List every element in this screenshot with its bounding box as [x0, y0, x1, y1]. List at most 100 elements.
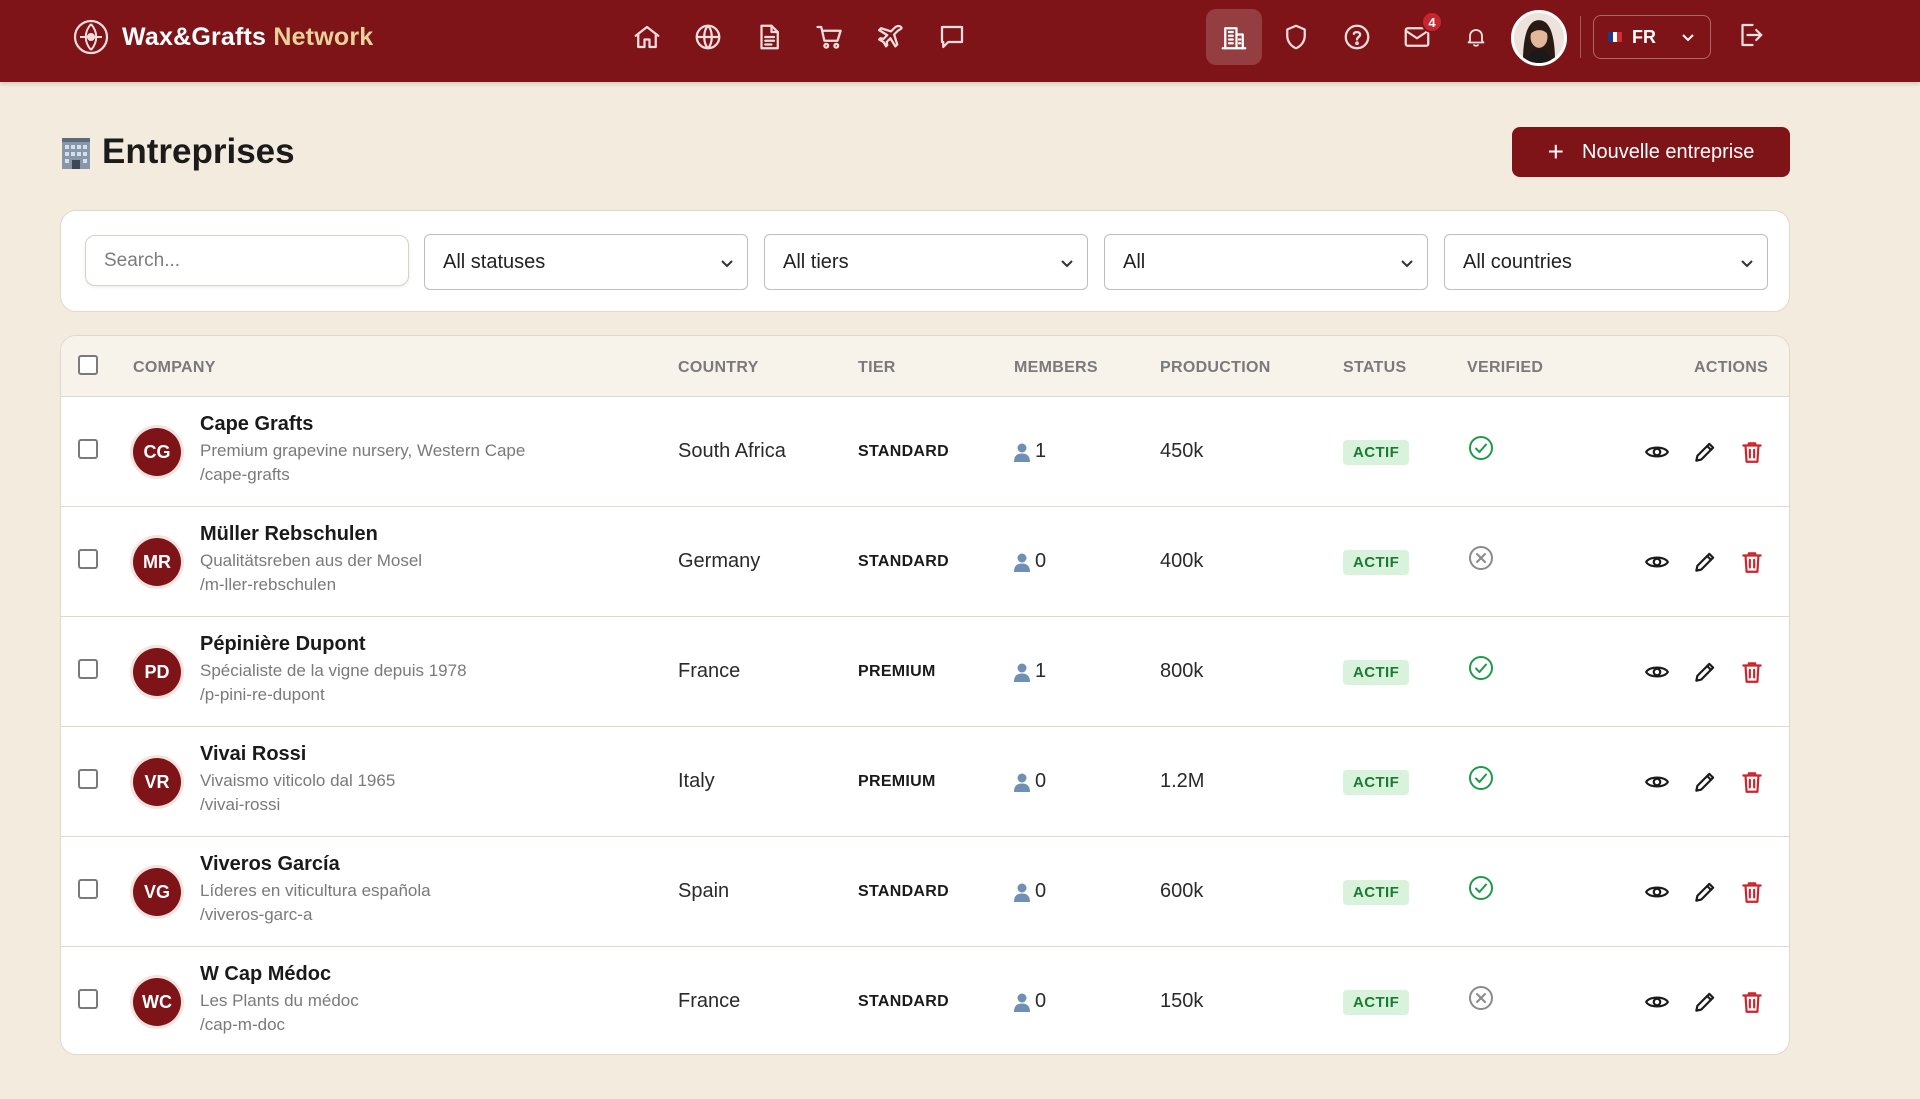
company-production: 450k [1160, 440, 1204, 462]
company-name[interactable]: Vivai Rossi [200, 743, 306, 766]
company-initials-avatar: MR [133, 538, 181, 586]
company-slug: /cap-m-doc [200, 1015, 286, 1034]
person-icon [1014, 663, 1030, 682]
company-country: Spain [678, 880, 730, 902]
company-name[interactable]: Viveros García [200, 853, 340, 876]
company-production: 150k [1160, 990, 1204, 1012]
column-header-company[interactable]: COMPANY [133, 359, 216, 377]
delete-button[interactable] [1737, 877, 1767, 907]
chat-icon[interactable] [935, 20, 969, 54]
delete-button[interactable] [1737, 987, 1767, 1017]
home-icon[interactable] [630, 20, 664, 54]
company-name[interactable]: W Cap Médoc [200, 963, 331, 986]
table-row[interactable]: VR Vivai Rossi Vivaismo viticolo dal 1965 /… [61, 727, 1789, 837]
table-row[interactable]: WC W Cap Médoc Les Plants du médoc/cap-m-d… [61, 947, 1789, 1054]
view-button[interactable] [1642, 767, 1672, 797]
language-select[interactable]: FR [1593, 15, 1711, 59]
view-button[interactable] [1642, 657, 1672, 687]
company-country: France [678, 990, 741, 1012]
view-button[interactable] [1642, 437, 1672, 467]
globe-icon[interactable] [691, 20, 725, 54]
company-name[interactable]: Cape Grafts [200, 413, 313, 436]
mail-icon[interactable]: 4 [1400, 11, 1443, 54]
edit-button[interactable] [1690, 657, 1720, 687]
select-all-checkbox[interactable] [78, 355, 98, 375]
column-header-country[interactable]: COUNTRY [678, 359, 759, 377]
chevron-down-icon [1061, 260, 1073, 268]
column-header-members[interactable]: MEMBERS [1014, 359, 1098, 377]
tier-filter-value: All tiers [783, 250, 849, 273]
view-button[interactable] [1642, 877, 1672, 907]
edit-button[interactable] [1690, 437, 1720, 467]
shield-icon[interactable] [1279, 20, 1313, 54]
search-input[interactable] [85, 235, 409, 286]
avatar[interactable] [1511, 10, 1567, 66]
row-checkbox[interactable] [78, 879, 98, 899]
eye-icon [1645, 556, 1669, 568]
bell-icon[interactable] [1459, 20, 1493, 54]
eye-icon [1645, 886, 1669, 898]
document-icon[interactable] [752, 20, 786, 54]
company-initials-avatar: CG [133, 428, 181, 476]
delete-button[interactable] [1737, 767, 1767, 797]
brand-name-primary: Wax&Grafts [122, 22, 267, 51]
column-header-verified[interactable]: VERIFIED [1467, 359, 1543, 377]
filters-panel: All statuses All tiers All All countries [60, 210, 1790, 312]
new-company-label: Nouvelle entreprise [1582, 140, 1755, 163]
country-filter-select[interactable]: All countries [1444, 234, 1768, 290]
cart-icon[interactable] [813, 20, 847, 54]
verified-indicator [1467, 764, 1495, 792]
new-company-button[interactable]: + Nouvelle entreprise [1512, 127, 1790, 177]
table-row[interactable]: PD Pépinière Dupont Spécialiste de la vign… [61, 617, 1789, 727]
delete-button[interactable] [1737, 657, 1767, 687]
verified-check-icon [1469, 876, 1493, 900]
plane-icon[interactable] [874, 20, 908, 54]
verified-indicator [1467, 434, 1495, 462]
delete-button[interactable] [1737, 437, 1767, 467]
edit-button[interactable] [1690, 987, 1720, 1017]
pencil-icon [1695, 442, 1715, 462]
row-checkbox[interactable] [78, 549, 98, 569]
row-checkbox[interactable] [78, 659, 98, 679]
view-button[interactable] [1642, 547, 1672, 577]
company-tier: PREMIUM [858, 663, 936, 680]
company-slug: /m-ller-rebschulen [200, 575, 337, 594]
column-header-tier[interactable]: TIER [858, 359, 896, 377]
row-checkbox[interactable] [78, 769, 98, 789]
column-header-actions: ACTIONS [1694, 359, 1769, 376]
verified-filter-select[interactable]: All [1104, 234, 1428, 290]
row-checkbox[interactable] [78, 439, 98, 459]
row-checkbox[interactable] [78, 989, 98, 1009]
building-emoji-icon [62, 138, 90, 169]
status-filter-select[interactable]: All statuses [424, 234, 748, 290]
members-count: 0 [1035, 550, 1047, 572]
company-members: 1 [1013, 660, 1046, 683]
table-row[interactable]: MR Müller Rebschulen Qualitätsreben aus de… [61, 507, 1789, 617]
column-header-status[interactable]: STATUS [1343, 359, 1406, 377]
person-icon [1014, 993, 1030, 1012]
table-row[interactable]: CG Cape Grafts Premium grapevine nursery, … [61, 397, 1789, 507]
company-name[interactable]: Müller Rebschulen [200, 523, 378, 546]
brand-name-accent: Network [273, 22, 374, 51]
edit-button[interactable] [1690, 767, 1720, 797]
company-description: Spécialiste de la vigne depuis 1978 [200, 661, 467, 680]
help-icon[interactable] [1340, 20, 1374, 54]
company-name[interactable]: Pépinière Dupont [200, 633, 366, 656]
edit-button[interactable] [1690, 877, 1720, 907]
companies-nav-active[interactable] [1206, 9, 1262, 65]
pencil-icon [1695, 882, 1715, 902]
view-button[interactable] [1642, 987, 1672, 1017]
status-badge: ACTIF [1343, 660, 1410, 685]
brand[interactable]: Wax&Grafts Network [72, 18, 373, 56]
page-title-text: Entreprises [102, 132, 295, 171]
logout-icon[interactable] [1735, 20, 1769, 54]
edit-button[interactable] [1690, 547, 1720, 577]
company-tier: STANDARD [858, 443, 949, 460]
verified-check-icon [1469, 766, 1493, 790]
fr-flag-icon [1608, 32, 1623, 42]
table-row[interactable]: VG Viveros García Líderes en viticultura e… [61, 837, 1789, 947]
delete-button[interactable] [1737, 547, 1767, 577]
column-header-production[interactable]: PRODUCTION [1160, 359, 1271, 377]
pencil-icon [1695, 992, 1715, 1012]
tier-filter-select[interactable]: All tiers [764, 234, 1088, 290]
